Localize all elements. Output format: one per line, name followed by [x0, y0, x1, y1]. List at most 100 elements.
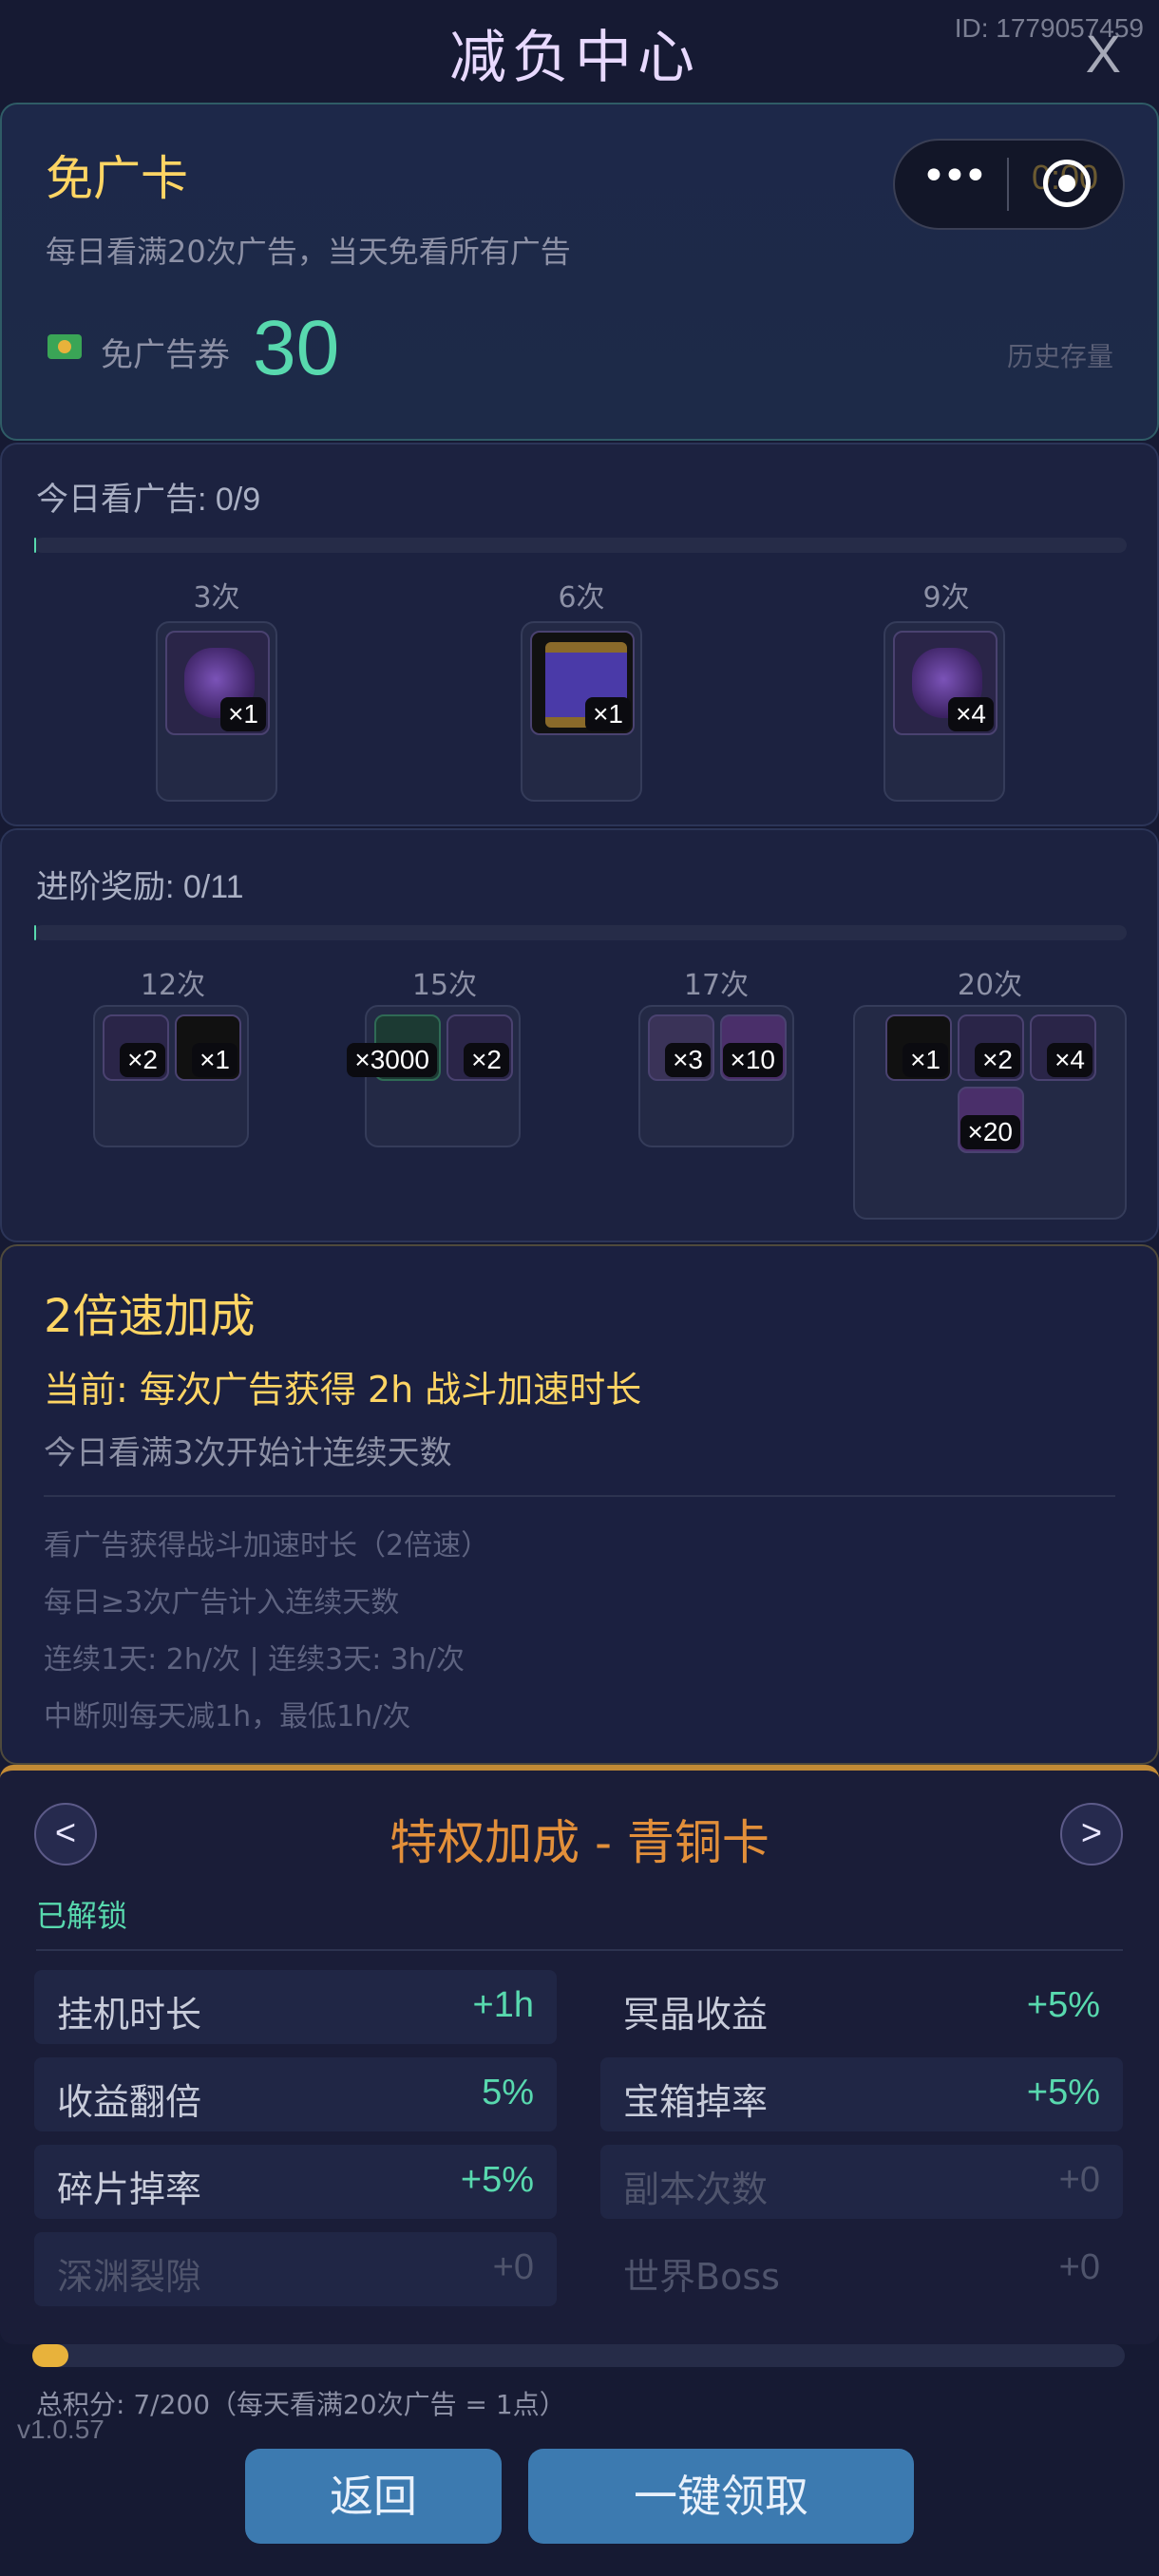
- close-button[interactable]: X: [1086, 23, 1121, 85]
- reward-item: ×10: [720, 1014, 787, 1081]
- stat-row: 冥晶收益 +5%: [600, 1970, 1123, 2044]
- stat-value: +0: [1058, 2160, 1100, 2200]
- tier-label: 20次: [957, 969, 1023, 1002]
- reward-tier-12[interactable]: ×2 ×1: [93, 1005, 249, 1147]
- ticket-icon: [48, 334, 82, 359]
- tier-label: 17次: [683, 969, 750, 1002]
- stat-value: +1h: [472, 1985, 534, 2025]
- reward-tier-9[interactable]: ×4: [884, 621, 1005, 802]
- speed-boost-panel: 2倍速加成 当前: 每次广告获得 2h 战斗加速时长 今日看满3次开始计连续天数…: [0, 1244, 1159, 1765]
- stat-name: 副本次数: [623, 2169, 769, 2210]
- tier-label: 6次: [558, 581, 605, 615]
- next-card-button[interactable]: >: [1060, 1803, 1123, 1866]
- capsule-divider: [1007, 158, 1009, 211]
- unlock-status: 已解锁: [36, 1898, 128, 1934]
- item-qty: ×3: [665, 1043, 711, 1077]
- stat-name: 世界Boss: [623, 2256, 780, 2298]
- advanced-progress-track: [34, 925, 1127, 940]
- reward-item: ×2: [958, 1014, 1024, 1081]
- advanced-progress-fill: [34, 925, 36, 940]
- advanced-rewards-label: 进阶奖励: 0/11: [36, 869, 244, 905]
- privilege-panel: < 特权加成 - 青铜卡 > 已解锁 挂机时长 +1h 冥晶收益 +5% 收益翻…: [0, 1765, 1159, 2344]
- item-qty: ×1: [192, 1043, 238, 1077]
- reward-item: ×4: [893, 631, 998, 735]
- reward-item: ×1: [165, 631, 270, 735]
- reward-item: ×20: [958, 1087, 1024, 1153]
- claim-all-button[interactable]: 一键领取: [528, 2449, 914, 2544]
- stat-row: 副本次数 +0: [600, 2145, 1123, 2219]
- more-icon[interactable]: •••: [922, 152, 988, 200]
- history-label[interactable]: 历史存量: [1007, 336, 1113, 374]
- reward-item: ×3: [648, 1014, 714, 1081]
- stat-name: 收益翻倍: [57, 2081, 202, 2123]
- item-qty: ×20: [960, 1115, 1020, 1149]
- stat-value: +5%: [1026, 1985, 1100, 2025]
- stat-name: 深渊裂隙: [57, 2256, 202, 2298]
- ad-free-card-description: 每日看满20次广告，当天免看所有广告: [46, 234, 571, 270]
- item-qty: ×10: [722, 1043, 783, 1077]
- advanced-rewards-panel: 进阶奖励: 0/11 12次 ×2 ×1 15次 ×3000 ×2 17次 ×3…: [0, 828, 1159, 1242]
- stat-name: 冥晶收益: [623, 1994, 769, 2036]
- speed-boost-note: 每日≥3次广告计入连续天数: [44, 1586, 400, 1619]
- daily-ads-progress-fill: [34, 538, 36, 553]
- stat-row: 收益翻倍 5%: [34, 2057, 557, 2131]
- speed-boost-current: 当前: 每次广告获得 2h 战斗加速时长: [44, 1369, 642, 1411]
- reward-tier-15[interactable]: ×3000 ×2: [347, 1005, 521, 1147]
- stat-value: 5%: [482, 2073, 534, 2112]
- stat-row: 宝箱掉率 +5%: [600, 2057, 1123, 2131]
- speed-boost-note: 看广告获得战斗加速时长（2倍速）: [44, 1529, 490, 1563]
- divider: [44, 1495, 1115, 1497]
- item-qty: ×1: [220, 697, 266, 731]
- item-qty: ×1: [585, 697, 631, 731]
- speed-boost-note: 中断则每天减1h，最低1h/次: [44, 1700, 411, 1733]
- tier-label: 3次: [193, 581, 240, 615]
- item-qty: ×2: [120, 1043, 165, 1077]
- stat-row: 挂机时长 +1h: [34, 1970, 557, 2044]
- daily-ads-progress-track: [34, 538, 1127, 553]
- stat-name: 碎片掉率: [57, 2169, 202, 2210]
- reward-item: ×2: [103, 1014, 169, 1081]
- version-label: v1.0.57: [17, 2415, 104, 2444]
- stat-name: 挂机时长: [57, 1994, 202, 2036]
- item-qty: ×2: [464, 1043, 509, 1077]
- reward-tier-6[interactable]: ×1: [521, 621, 642, 802]
- reward-item: ×1: [175, 1014, 241, 1081]
- reward-tier-3[interactable]: ×1: [156, 621, 277, 802]
- speed-boost-note: 连续1天: 2h/次 | 连续3天: 3h/次: [44, 1643, 466, 1676]
- item-qty: ×4: [1047, 1043, 1092, 1077]
- stat-row: 碎片掉率 +5%: [34, 2145, 557, 2219]
- item-qty: ×2: [975, 1043, 1020, 1077]
- stat-name: 宝箱掉率: [623, 2081, 769, 2123]
- ad-free-card-title: 免广卡: [46, 151, 188, 206]
- item-qty: ×4: [948, 697, 994, 731]
- tier-label: 15次: [411, 969, 478, 1002]
- total-progress-fill: [32, 2344, 68, 2367]
- speed-boost-title: 2倍速加成: [44, 1290, 256, 1343]
- exit-target-icon[interactable]: [1043, 160, 1091, 207]
- reward-item: ×4: [1030, 1014, 1096, 1081]
- stat-value: +0: [1058, 2247, 1100, 2287]
- stat-value: +5%: [1026, 2073, 1100, 2112]
- daily-ads-label: 今日看广告: 0/9: [36, 482, 261, 518]
- ticket-label: 免广告券: [101, 336, 230, 374]
- stat-value: +0: [492, 2247, 534, 2287]
- total-points-label: 总积分: 7/200（每天看满20次广告 = 1点）: [36, 2389, 566, 2420]
- reward-item: ×2: [446, 1014, 513, 1081]
- privilege-title: 特权加成 - 青铜卡: [390, 1815, 770, 1870]
- daily-ads-panel: 今日看广告: 0/9 3次 ×1 6次 ×1 9次 ×4: [0, 443, 1159, 826]
- reward-item: ×3000: [347, 1014, 441, 1081]
- ticket-count: 30: [253, 305, 340, 391]
- stat-row: 深渊裂隙 +0: [34, 2232, 557, 2306]
- stat-value: +5%: [460, 2160, 534, 2200]
- reward-item: ×1: [885, 1014, 952, 1081]
- reward-tier-20[interactable]: ×1 ×2 ×4 ×20: [853, 1005, 1127, 1220]
- back-button[interactable]: 返回: [245, 2449, 502, 2544]
- reward-tier-17[interactable]: ×3 ×10: [638, 1005, 794, 1147]
- tier-label: 9次: [922, 581, 970, 615]
- item-qty: ×3000: [347, 1043, 437, 1077]
- tier-label: 12次: [140, 969, 206, 1002]
- total-progress-track: [32, 2344, 1125, 2367]
- speed-boost-subtitle: 今日看满3次开始计连续天数: [44, 1434, 452, 1472]
- item-qty: ×1: [902, 1043, 948, 1077]
- reward-item: ×1: [530, 631, 635, 735]
